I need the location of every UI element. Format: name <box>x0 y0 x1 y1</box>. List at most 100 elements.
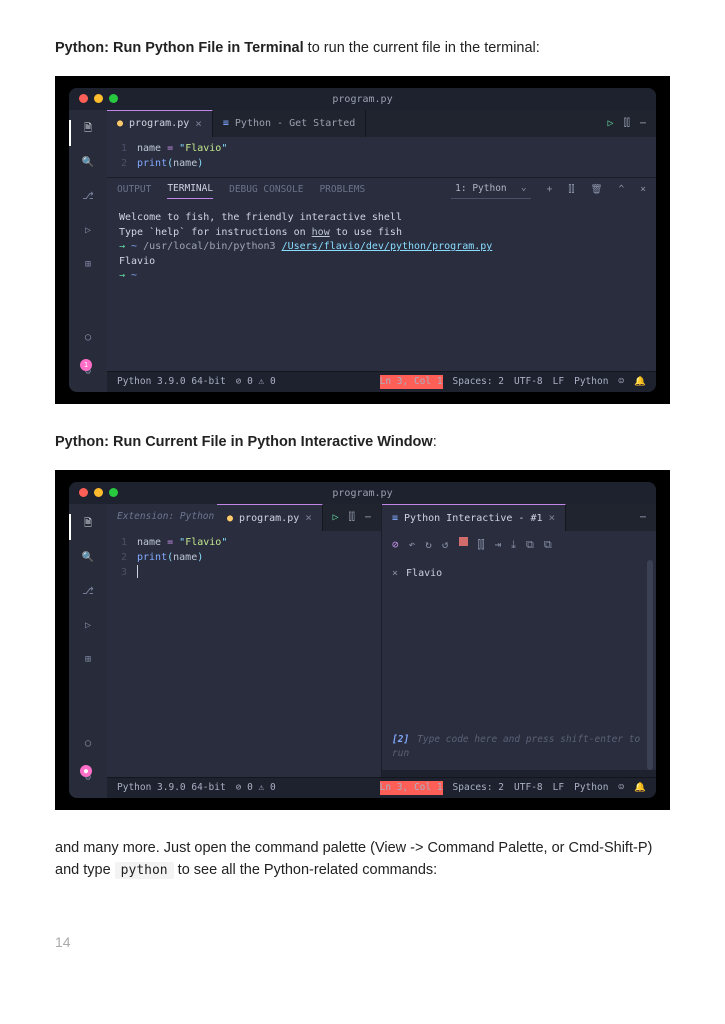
restart-icon[interactable]: ↶ <box>409 537 416 554</box>
tab-close-icon[interactable]: × <box>549 510 556 527</box>
close-panel-icon[interactable]: × <box>640 183 646 197</box>
window-title: program.py <box>69 88 656 107</box>
status-errors[interactable]: ⊘ 0 ⚠ 0 <box>236 781 276 795</box>
code-editor[interactable]: 1 name = "Flavio" 2 print(name) <box>107 137 656 177</box>
more-icon[interactable]: ⋯ <box>365 510 371 525</box>
status-encoding[interactable]: UTF-8 <box>514 781 543 795</box>
tab-close-icon[interactable]: × <box>305 510 312 527</box>
explorer-icon[interactable]: 🗎 <box>79 514 97 532</box>
more-icon[interactable]: ⋯ <box>640 116 646 131</box>
interactive-toolbar: ⊘ ↶ ↻ ↺ ⫿⫿ ⇥ ⤓ ⧉ ⧉ <box>382 531 656 560</box>
tab-close-icon[interactable]: × <box>195 116 202 133</box>
save-icon[interactable]: ⤓ <box>511 537 516 554</box>
status-spaces[interactable]: Spaces: 2 <box>453 375 504 389</box>
bell-icon[interactable]: 🔔 <box>634 781 646 795</box>
status-python-env[interactable]: Python 3.9.0 64-bit <box>117 375 226 389</box>
status-ln-col[interactable]: Ln 3, Col 1 <box>380 781 443 795</box>
status-eol[interactable]: LF <box>553 781 564 795</box>
account-icon[interactable]: ◯ <box>79 734 97 752</box>
vscode-window-1: program.py 🗎 🔍 ⎇ ▷ ⊞ ◯ ⚙ 1 <box>69 88 656 393</box>
status-python-env[interactable]: Python 3.9.0 64-bit <box>117 781 226 795</box>
minimize-dot[interactable] <box>94 94 103 103</box>
cmd-name-2: Python: Run Current File in Python Inter… <box>55 434 433 450</box>
status-errors[interactable]: ⊘ 0 ⚠ 0 <box>236 375 276 389</box>
terminal-selector[interactable]: 1: Python <box>451 182 530 198</box>
panel-header: OUTPUT TERMINAL DEBUG CONSOLE PROBLEMS 1… <box>107 177 656 203</box>
interrupt-icon[interactable]: ↻ <box>425 537 432 554</box>
close-dot[interactable] <box>79 94 88 103</box>
panel-tab-debug[interactable]: DEBUG CONSOLE <box>229 183 303 197</box>
source-control-icon[interactable]: ⎇ <box>79 188 97 206</box>
status-lang[interactable]: Python <box>574 375 608 389</box>
status-eol[interactable]: LF <box>553 375 564 389</box>
variables-icon[interactable]: ⇥ <box>495 537 502 554</box>
colon-2: : <box>433 434 437 450</box>
bell-icon[interactable]: 🔔 <box>634 375 646 389</box>
split-editor-icon[interactable]: ⫿⫿ <box>349 510 355 525</box>
kill-terminal-icon[interactable]: 🗑 <box>590 183 602 197</box>
new-terminal-icon[interactable]: + <box>547 183 553 197</box>
editor-actions-right: ⋯ <box>640 510 656 525</box>
window-title: program.py <box>69 482 656 501</box>
zoom-dot[interactable] <box>109 488 118 497</box>
rerun-icon[interactable]: ↺ <box>442 537 449 554</box>
run-debug-icon[interactable]: ▷ <box>79 616 97 634</box>
export-icon[interactable]: ⧉ <box>526 537 534 554</box>
status-spaces[interactable]: Spaces: 2 <box>453 781 504 795</box>
interactive-body[interactable]: ×Flavio [2]Type code here and press shif… <box>382 560 656 770</box>
line-number: 1 <box>107 141 137 156</box>
line-number: 2 <box>107 156 137 171</box>
cell-delete-icon[interactable]: × <box>392 568 406 579</box>
editor-tabs: ● program.py × ≡ Python - Get Started ▷ … <box>107 110 656 137</box>
intro-paragraph-2: Python: Run Current File in Python Inter… <box>55 432 670 454</box>
close-dot[interactable] <box>79 488 88 497</box>
clear-icon[interactable]: ⊘ <box>392 537 399 554</box>
split-editor-icon[interactable]: ⫿⫿ <box>624 116 630 131</box>
search-icon[interactable]: 🔍 <box>79 548 97 566</box>
editor-actions-left: ▷ ⫿⫿ ⋯ <box>333 510 381 525</box>
expand-icon[interactable]: ⫿⫿ <box>478 537 485 554</box>
tab-label: program.py <box>129 116 189 131</box>
tab-program-py[interactable]: ● program.py × <box>107 110 213 137</box>
output-line: ×Flavio <box>392 566 646 581</box>
more-icon[interactable]: ⋯ <box>640 510 646 525</box>
run-icon[interactable]: ▷ <box>333 510 339 525</box>
minimize-dot[interactable] <box>94 488 103 497</box>
line-number: 2 <box>107 550 137 565</box>
term-line: → ~ <box>119 269 644 284</box>
search-icon[interactable]: 🔍 <box>79 154 97 172</box>
status-encoding[interactable]: UTF-8 <box>514 375 543 389</box>
split-terminal-icon[interactable]: ⫿⫿ <box>568 183 574 197</box>
extensions-icon[interactable]: ⊞ <box>79 650 97 668</box>
tab-program-py[interactable]: ● program.py × <box>217 504 323 531</box>
zoom-dot[interactable] <box>109 94 118 103</box>
panel-tab-terminal[interactable]: TERMINAL <box>167 182 213 199</box>
maximize-panel-icon[interactable]: ^ <box>619 183 625 197</box>
vscode-window-2: program.py 🗎 🔍 ⎇ ▷ ⊞ ◯ ⚙ ● <box>69 482 656 798</box>
editor-tabs-right: ≡ Python Interactive - #1 × ⋯ <box>382 504 656 531</box>
extensions-icon[interactable]: ⊞ <box>79 256 97 274</box>
status-ln-col[interactable]: Ln 3, Col 1 <box>380 375 443 389</box>
stop-icon[interactable] <box>459 537 468 546</box>
tab-python-get-started[interactable]: ≡ Python - Get Started <box>213 110 366 137</box>
terminal-body[interactable]: Welcome to fish, the friendly interactiv… <box>107 203 656 371</box>
panel-tab-problems[interactable]: PROBLEMS <box>319 183 365 197</box>
outro-paragraph: and many more. Just open the command pal… <box>55 838 670 882</box>
copy-icon[interactable]: ⧉ <box>544 537 552 554</box>
scrollbar[interactable] <box>647 560 653 770</box>
source-control-icon[interactable]: ⎇ <box>79 582 97 600</box>
panel-tab-output[interactable]: OUTPUT <box>117 183 151 197</box>
run-debug-icon[interactable]: ▷ <box>79 222 97 240</box>
run-icon[interactable]: ▷ <box>608 116 614 131</box>
explorer-icon[interactable]: 🗎 <box>79 120 97 138</box>
traffic-lights <box>79 488 118 497</box>
feedback-icon[interactable]: ☺ <box>618 375 624 389</box>
feedback-icon[interactable]: ☺ <box>618 781 624 795</box>
input-placeholder: [2]Type code here and press shift-enter … <box>392 733 646 762</box>
tab-extension-python[interactable]: Extension: Python <box>107 504 217 531</box>
code-editor-left[interactable]: 1 name = "Flavio" 2 print(name) 3 <box>107 531 381 777</box>
doc-icon: ≡ <box>223 116 229 131</box>
account-icon[interactable]: ◯ <box>79 328 97 346</box>
tab-interactive[interactable]: ≡ Python Interactive - #1 × <box>382 504 566 531</box>
status-lang[interactable]: Python <box>574 781 608 795</box>
